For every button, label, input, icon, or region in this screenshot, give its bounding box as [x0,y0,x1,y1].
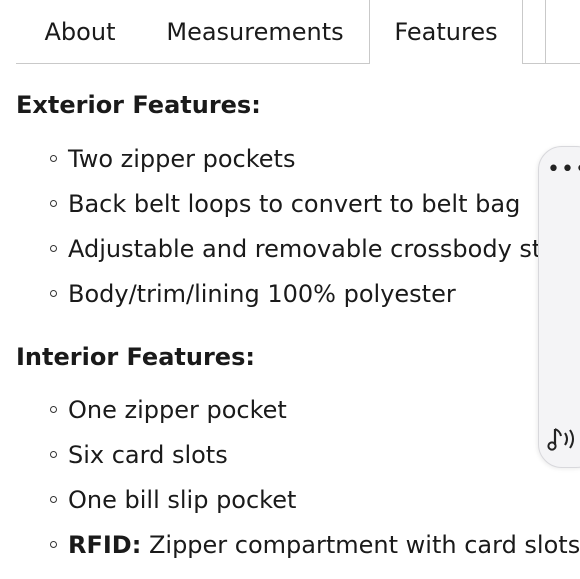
read-aloud-icon[interactable] [547,425,580,455]
more-horizontal-icon[interactable]: ••• [547,159,580,181]
tab-features-label: Features [394,18,498,46]
tab-measurements-label: Measurements [166,18,344,46]
bullet-icon [50,406,57,413]
bullet-icon [50,451,57,458]
floating-toolbar: ••• [538,146,580,468]
rfid-text: Zipper compartment with card slots [141,531,580,559]
tab-measurements[interactable]: Measurements [162,0,348,64]
interior-features-heading: Interior Features: [16,343,255,371]
bullet-icon [50,155,57,162]
bullet-icon [50,200,57,207]
tab-bar: About Measurements Features [0,0,580,66]
tab-about-label: About [44,18,116,46]
bullet-icon [50,290,57,297]
rfid-label: RFID: [68,531,142,559]
bullet-icon [50,496,57,503]
bullet-icon [50,245,57,252]
bullet-icon [50,541,57,548]
tab-features[interactable]: Features [369,0,523,66]
tab-about[interactable]: About [40,0,120,64]
tab-next-partial[interactable] [545,0,580,64]
exterior-features-heading: Exterior Features: [16,91,261,119]
